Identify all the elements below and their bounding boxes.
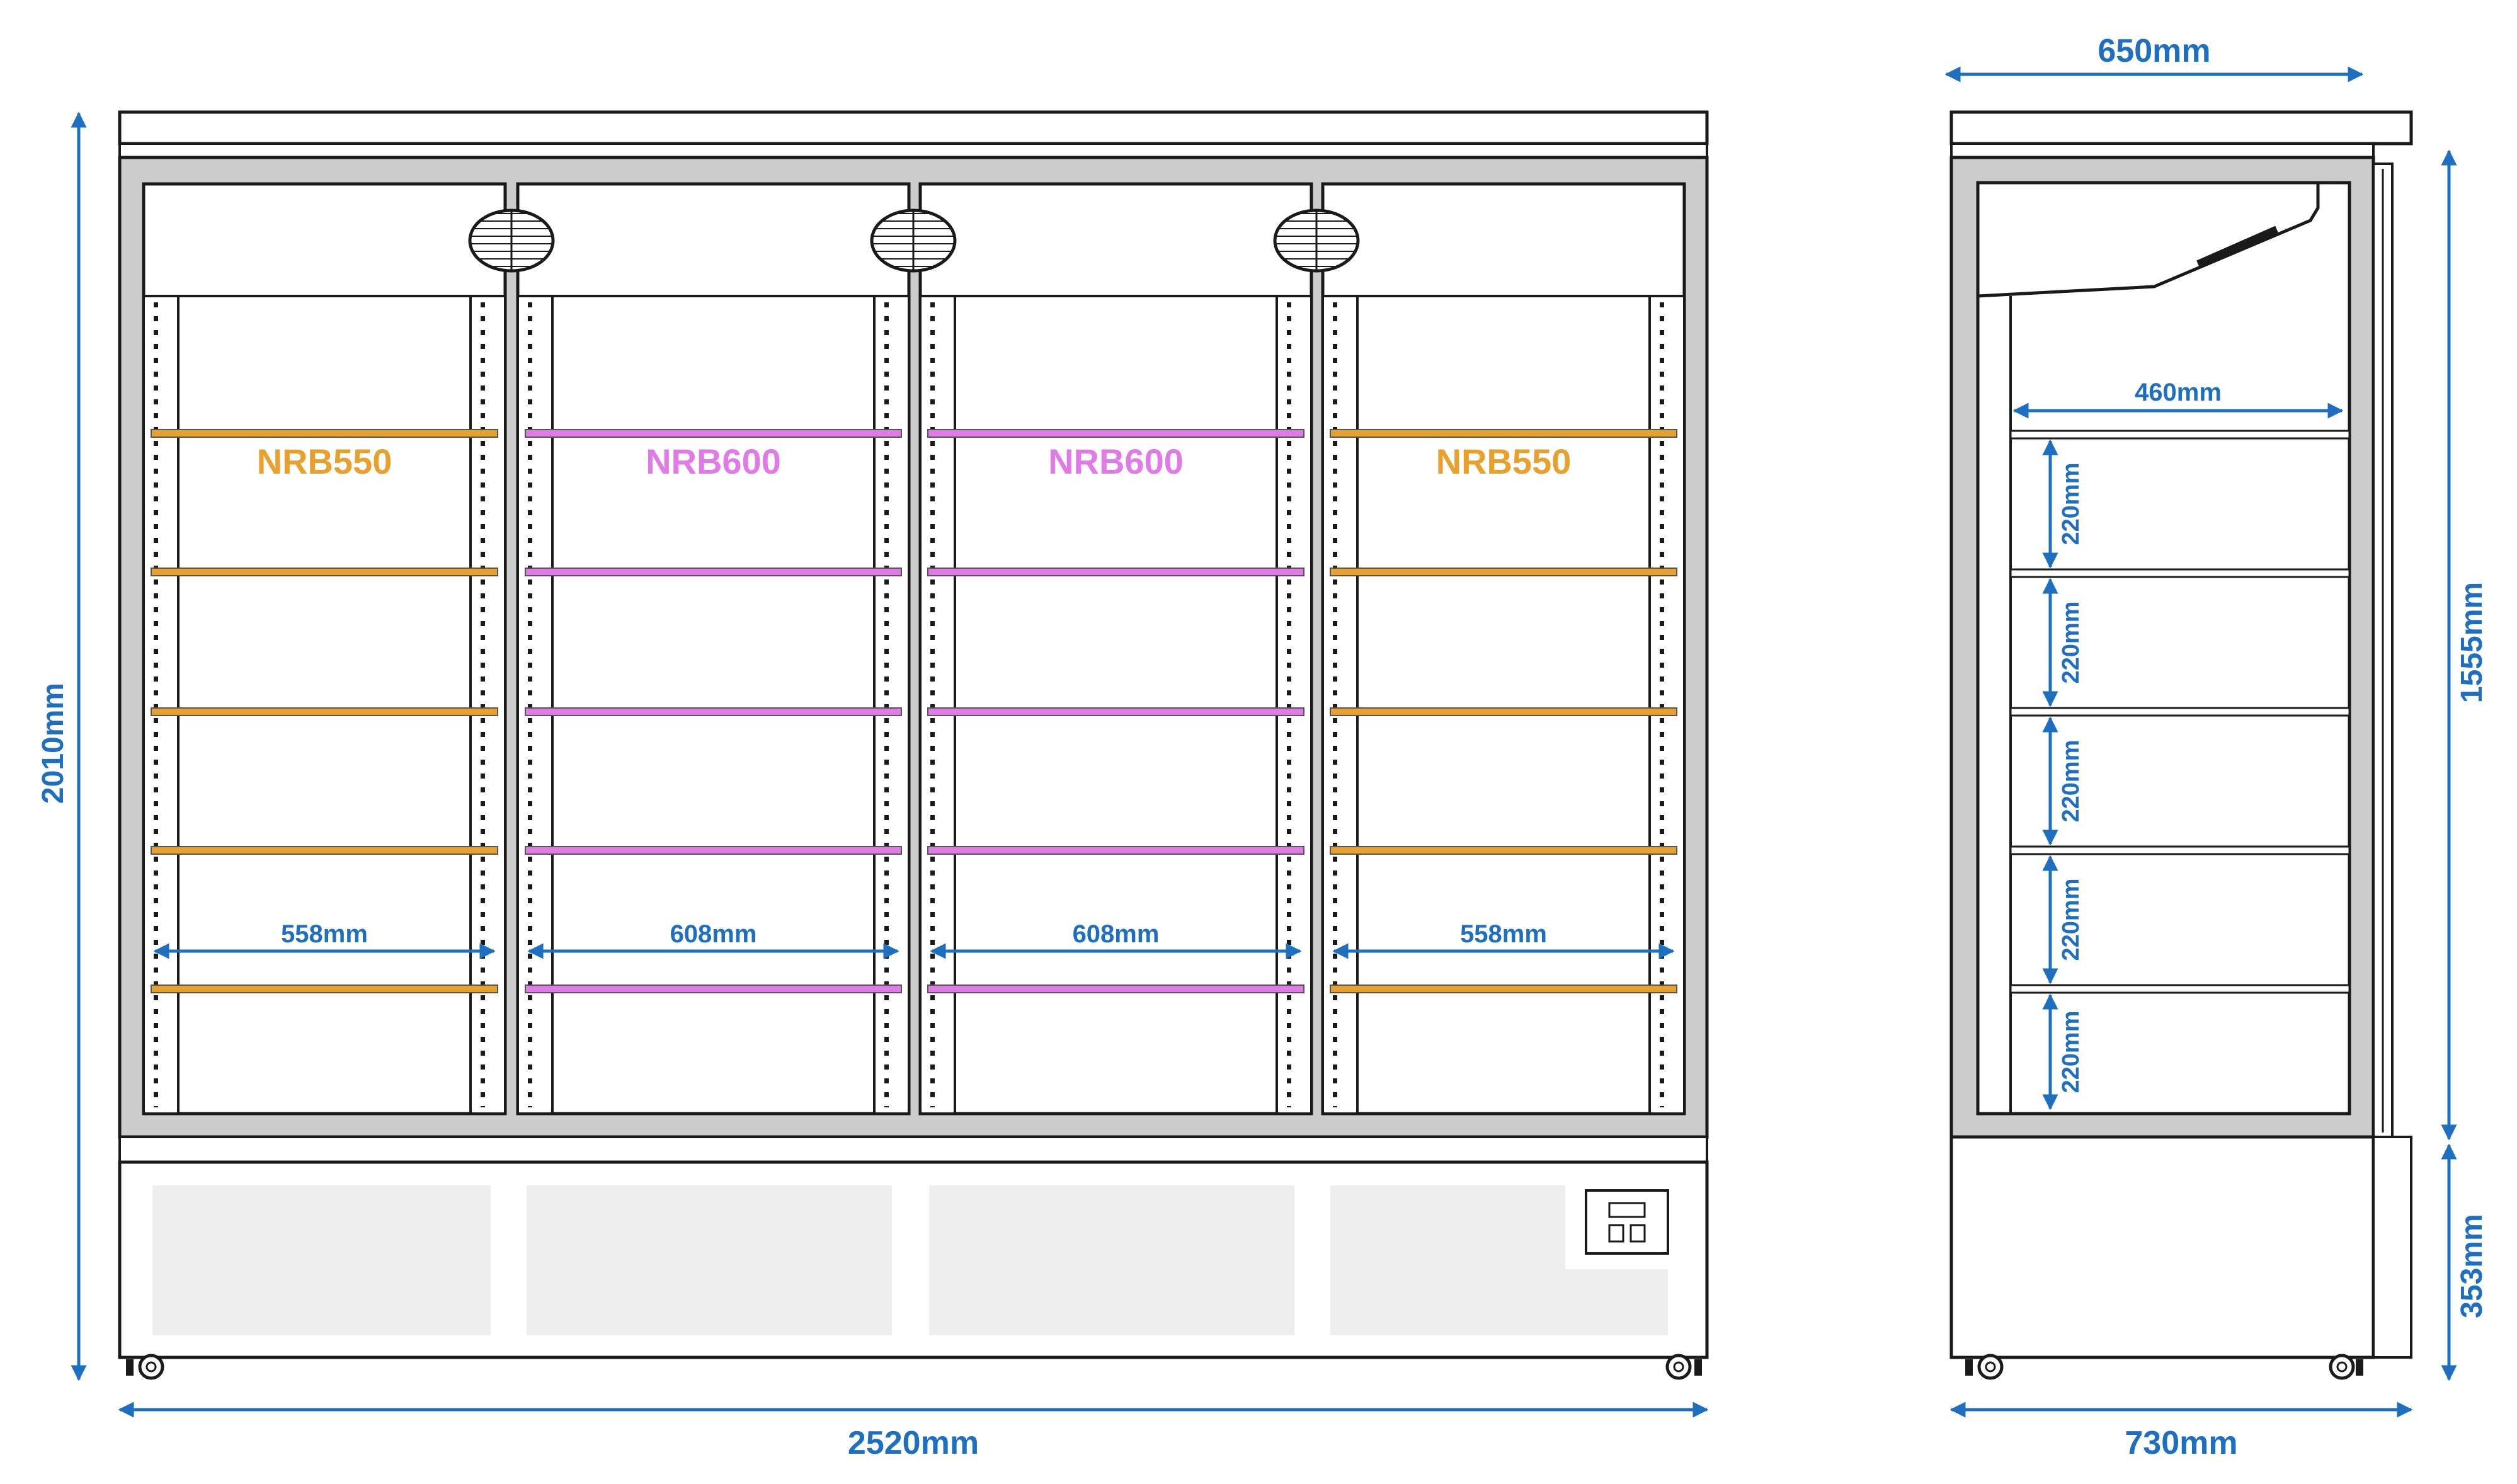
shelf [1330,707,1677,716]
side-shelf [2009,984,2351,994]
shelf [1330,568,1677,576]
fan-icon [870,208,957,273]
glass-door [918,182,1313,1116]
fan-icon [1273,208,1360,273]
shelf [927,707,1304,716]
control-panel-icon [1585,1189,1669,1255]
front-view: NRB550 558mm NRB600 608mm NRB600 608mm NRB550 5… [37,110,1709,1461]
shelf [927,985,1304,993]
base-panel [929,1185,1294,1335]
shelf [525,846,902,855]
door-1: NRB550 558mm [142,182,507,1116]
shelf-model-label: NRB600 [646,442,781,481]
shelf-model-label: NRB550 [1436,442,1572,481]
top-canopy [118,110,1709,146]
shelf [927,568,1304,576]
shelf [525,707,902,716]
shelf [151,985,498,993]
side-canopy-strip [1950,142,2375,159]
shelf-spacing-label: 220mm [2058,463,2084,545]
shelf [1330,846,1677,855]
door-3: NRB600 608mm [918,182,1313,1116]
shelf [525,429,902,438]
shelf-width-label: 558mm [1460,920,1547,948]
bottom-depth-label: 730mm [2125,1425,2237,1461]
shelf [1330,429,1677,438]
shelf-width-label: 558mm [281,920,368,948]
shelf-model-label: NRB550 [257,442,392,481]
side-shelf [2009,707,2351,717]
side-canopy [1949,110,2413,146]
base-panel [527,1185,892,1335]
cabinet-height-label: 1555mm [2455,582,2489,703]
shelf-spacing-label: 220mm [2058,1011,2084,1093]
side-shelf [2009,568,2351,578]
side-view: 650mm 220mm 220mm 220mm 220mm 220mm 460mm 15… [1944,33,2489,1461]
shelf-width-label: 608mm [670,920,757,948]
glass-door [142,182,507,1116]
shelf-width-label: 608mm [1073,920,1160,948]
shelf [151,568,498,576]
shelf [1330,985,1677,993]
base-rail [118,1136,1708,1163]
total-height-label: 2010mm [37,683,70,804]
shelf [151,429,498,438]
shelf [151,846,498,855]
canopy-strip [118,142,1708,159]
side-base [1949,1135,2375,1359]
shelf [525,568,902,576]
fan-icon [468,208,555,273]
fridge-dimension-drawing: NRB550 558mm NRB600 608mm NRB600 608mm NRB550 5… [37,33,2489,1461]
side-base-door [2372,1136,2412,1359]
shelf-depth-label: 460mm [2135,379,2222,406]
shelf-spacing-label: 220mm [2058,602,2084,684]
shelf [525,985,902,993]
door-4: NRB550 558mm [1321,182,1686,1116]
shelf-spacing-label: 220mm [2058,879,2084,961]
top-depth-label: 650mm [2098,33,2210,69]
shelf-model-label: NRB600 [1048,442,1184,481]
side-shelf [2009,430,2351,440]
side-shelf [2009,845,2351,855]
base-height-label: 353mm [2455,1214,2489,1318]
shelf-spacing-label: 220mm [2058,740,2084,823]
shelf [151,707,498,716]
glass-door [516,182,911,1116]
total-width-label: 2520mm [848,1425,979,1461]
base-panel [152,1185,491,1335]
shelf [927,846,1304,855]
shelf [927,429,1304,438]
glass-door [1321,182,1686,1116]
door-2: NRB600 608mm [516,182,911,1116]
side-interior [1976,181,2351,1116]
